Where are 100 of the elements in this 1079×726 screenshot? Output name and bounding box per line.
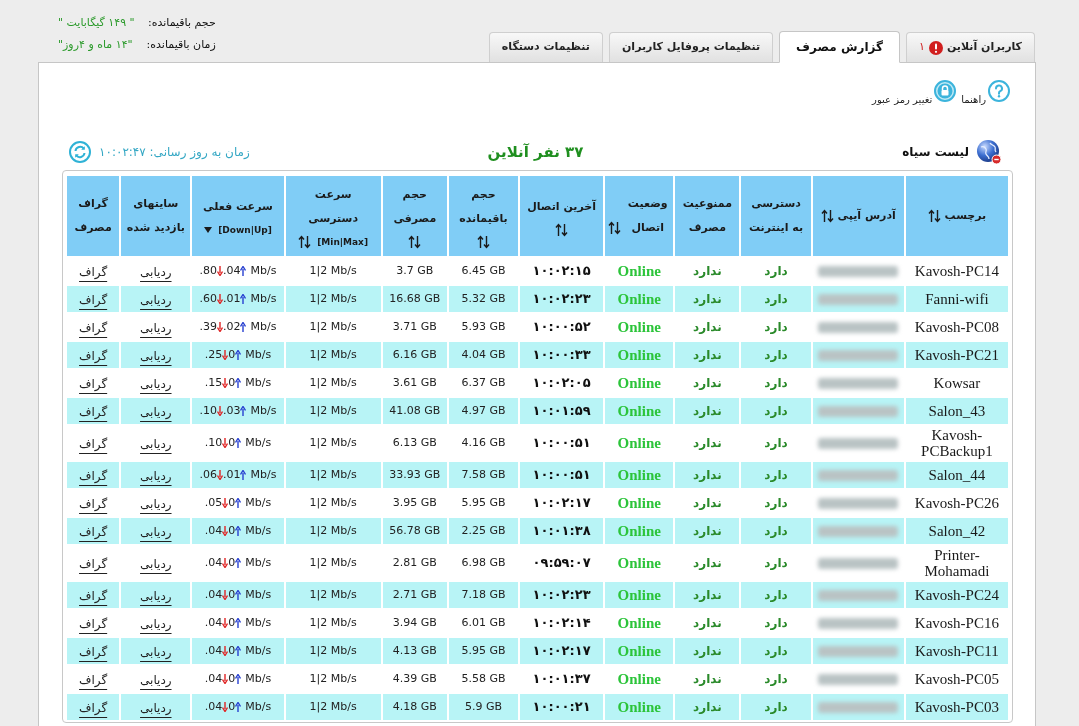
sort-descending-icon[interactable]	[204, 227, 213, 233]
column-header[interactable]: آخرین اتصال	[520, 176, 604, 256]
column-label: دسترسی به اینترنت	[747, 196, 805, 236]
column-header[interactable]: وضعیت اتصال	[605, 176, 674, 256]
tracking-link[interactable]: ردیابی	[140, 405, 172, 419]
graph-link[interactable]: گراف	[79, 673, 108, 687]
tracking-link[interactable]: ردیابی	[140, 349, 172, 363]
usage-block-cell: ندارد	[675, 462, 740, 488]
upload-speed: 0	[228, 374, 236, 391]
tracking-link[interactable]: ردیابی	[140, 701, 172, 715]
download-speed: .04	[204, 698, 223, 715]
download-arrow-icon	[217, 406, 223, 416]
upload-speed: 0	[228, 614, 236, 631]
update-time: زمان به روز رسانی: ۱۰:۰۲:۴۷	[99, 144, 250, 161]
column-header[interactable]: حجم مصرفی	[382, 176, 447, 256]
device-name-cell: Fanni-wifi	[905, 286, 1008, 312]
upload-arrow-icon	[235, 590, 242, 600]
graph-link[interactable]: گراف	[79, 469, 108, 483]
sort-icon[interactable]	[820, 209, 834, 223]
graph-link[interactable]: گراف	[79, 617, 108, 631]
column-label: برچسب	[944, 208, 987, 224]
last-connection-cell: ۱۰:۰۰:۲۱	[520, 694, 604, 720]
download-arrow-icon	[217, 322, 223, 332]
download-arrow-icon	[222, 378, 229, 388]
graph-link[interactable]: گراف	[79, 589, 108, 603]
graph-link[interactable]: گراف	[79, 437, 108, 451]
tracking-link[interactable]: ردیابی	[140, 469, 172, 483]
tracking-link[interactable]: ردیابی	[140, 645, 172, 659]
graph-link[interactable]: گراف	[79, 321, 108, 335]
column-label: حجم باقیمانده	[458, 187, 509, 227]
remaining-volume-cell: 2.25 GB	[448, 518, 518, 544]
sort-icon[interactable]	[298, 235, 312, 249]
tracking-link[interactable]: ردیابی	[140, 265, 172, 279]
upload-arrow-icon	[235, 526, 242, 536]
tab[interactable]: گزارش مصرف	[779, 31, 900, 63]
graph-link[interactable]: گراف	[79, 293, 108, 307]
column-sublabel: [Down|Up]	[218, 224, 272, 237]
tracking-link[interactable]: ردیابی	[140, 525, 172, 539]
column-label: ممنوعیت مصرف	[681, 196, 733, 236]
sort-icon[interactable]	[476, 235, 490, 249]
usage-block-cell: ندارد	[675, 638, 740, 664]
tracking-link[interactable]: ردیابی	[140, 321, 172, 335]
last-connection-cell: ۱۰:۰۰:۳۳	[520, 342, 604, 368]
tracking-link[interactable]: ردیابی	[140, 497, 172, 511]
tracking-link[interactable]: ردیابی	[140, 377, 172, 391]
graph-link[interactable]: گراف	[79, 405, 108, 419]
tab[interactable]: کاربران آنلاین ۱	[905, 32, 1035, 62]
speed-unit: Mb/s	[245, 586, 272, 603]
speed-unit: Mb/s	[245, 614, 272, 631]
sort-icon[interactable]	[555, 223, 569, 237]
upload-arrow-icon	[240, 266, 247, 276]
remaining-volume-cell: 7.18 GB	[448, 582, 518, 608]
column-header[interactable]: آدرس آیپی	[812, 176, 904, 256]
status-cell: Online	[605, 694, 674, 720]
upload-speed: 0	[228, 586, 236, 603]
speed-unit: Mb/s	[250, 402, 277, 419]
column-header[interactable]: برچسب	[905, 176, 1008, 256]
tracking-link[interactable]: ردیابی	[140, 293, 172, 307]
speed-unit: Mb/s	[245, 522, 272, 539]
speed-unit: Mb/s	[245, 494, 272, 511]
tracking-link[interactable]: ردیابی	[140, 673, 172, 687]
tracking-link[interactable]: ردیابی	[140, 557, 172, 571]
tracking-link[interactable]: ردیابی	[140, 437, 172, 451]
download-speed: .04	[204, 554, 223, 571]
used-volume-cell: 56.78 GB	[382, 518, 447, 544]
download-speed: .04	[204, 670, 223, 687]
graph-link[interactable]: گراف	[79, 349, 108, 363]
graph-link[interactable]: گراف	[79, 265, 108, 279]
tab[interactable]: تنظیمات پروفایل کاربران	[608, 32, 774, 62]
device-name-cell: Salon_42	[905, 518, 1008, 544]
download-speed: .05	[204, 494, 223, 511]
blacklist-link[interactable]: لیست سیاه	[902, 139, 1002, 165]
sort-icon[interactable]	[927, 209, 941, 223]
speed-unit: Mb/s	[245, 642, 272, 659]
download-arrow-icon	[222, 438, 229, 448]
internet-access-cell: دارد	[741, 582, 811, 608]
graph-link[interactable]: گراف	[79, 497, 108, 511]
speed-unit: Mb/s	[245, 434, 272, 451]
graph-link[interactable]: گراف	[79, 645, 108, 659]
sort-icon[interactable]	[608, 221, 622, 235]
graph-link[interactable]: گراف	[79, 557, 108, 571]
graph-link[interactable]: گراف	[79, 377, 108, 391]
speed-unit: Mb/s	[250, 290, 277, 307]
tracking-link[interactable]: ردیابی	[140, 617, 172, 631]
upload-speed: .01	[223, 466, 241, 483]
tab[interactable]: تنظیمات دستگاه	[488, 32, 603, 62]
remaining-volume-cell: 5.32 GB	[448, 286, 518, 312]
download-arrow-icon	[222, 646, 229, 656]
device-name-cell: Kavosh-PC11	[905, 638, 1008, 664]
last-connection-cell: ۱۰:۰۲:۱۷	[520, 638, 604, 664]
internet-access-cell: دارد	[741, 638, 811, 664]
upload-arrow-icon	[235, 498, 242, 508]
column-header[interactable]: حجم باقیمانده	[448, 176, 518, 256]
graph-link[interactable]: گراف	[79, 701, 108, 715]
graph-link[interactable]: گراف	[79, 525, 108, 539]
download-speed: .04	[204, 522, 223, 539]
tracking-link[interactable]: ردیابی	[140, 589, 172, 603]
sort-icon[interactable]	[408, 235, 422, 249]
lock-icon	[934, 80, 957, 102]
column-label: حجم مصرفی	[392, 187, 438, 227]
